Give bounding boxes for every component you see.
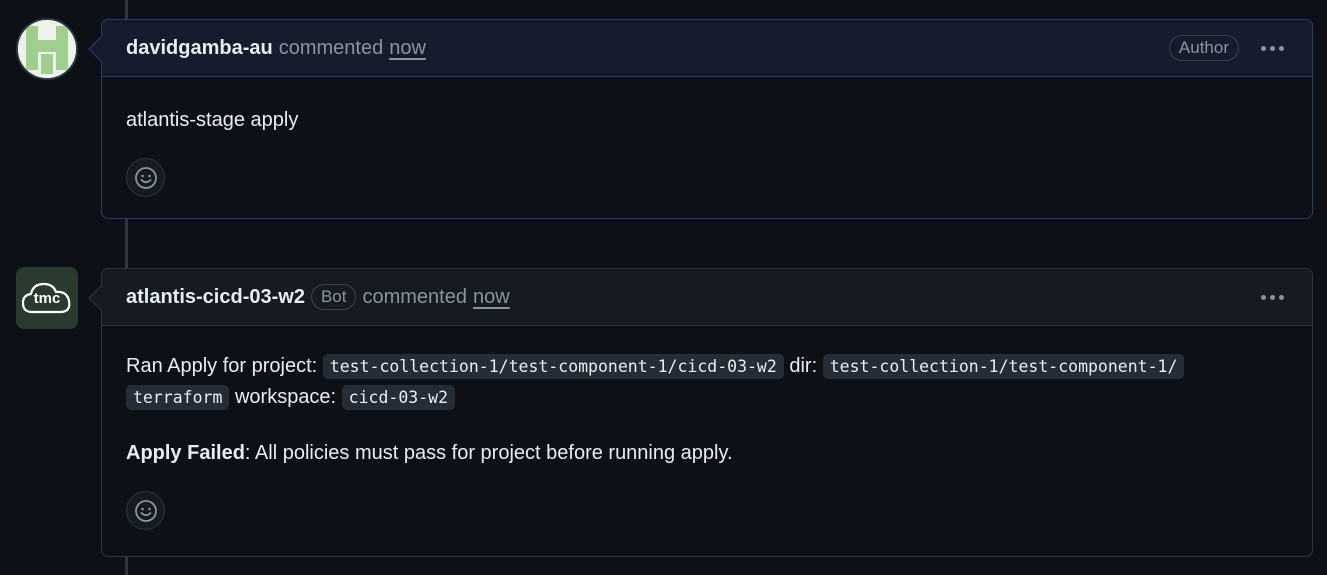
apply-failed-message: Apply Failed: All policies must pass for… [126,442,733,464]
project-code: test-collection-1/test-component-1/cicd-… [322,354,784,379]
workspace-code: cicd-03-w2 [341,385,456,410]
smiley-icon [134,166,157,189]
identicon-icon [18,20,76,78]
comment-body: Ran Apply for project: test-collection-1… [102,326,1312,552]
comment-header: atlantis-cicd-03-w2 Bot commented now [102,269,1312,326]
comment-header: davidgamba-au commented now Author [102,20,1312,77]
kebab-icon[interactable] [1257,291,1288,304]
avatar-atlantis-bot[interactable]: tmc [16,267,78,329]
bot-badge: Bot [310,284,357,310]
dir-code-cont: terraform [126,385,230,410]
comment-action: commented [278,36,384,59]
apply-failed-label: Apply Failed [126,442,245,464]
author-badge: Author [1168,35,1239,61]
smiley-icon [134,499,157,522]
add-reaction-button[interactable] [126,491,165,530]
comment-atlantis-bot: atlantis-cicd-03-w2 Bot commented now Ra… [88,268,1313,557]
comment-action: commented [362,285,467,308]
comment-username[interactable]: atlantis-cicd-03-w2 [126,286,305,309]
comment-timestamp[interactable]: now [473,286,510,309]
comment-username[interactable]: davidgamba-au [126,37,273,60]
add-reaction-button[interactable] [126,158,165,197]
kebab-icon[interactable] [1257,42,1288,55]
comment-davidgamba: davidgamba-au commented now Author atlan… [88,19,1313,219]
comment-timestamp[interactable]: now [389,37,426,60]
apply-summary: Ran Apply for project: test-collection-1… [126,351,1288,413]
bot-avatar-label: tmc [33,290,61,307]
comment-body: atlantis-stage apply [102,77,1312,219]
dir-code: test-collection-1/test-component-1/ [822,354,1185,379]
comment-text: atlantis-stage apply [126,109,299,131]
avatar-davidgamba[interactable] [16,18,78,80]
